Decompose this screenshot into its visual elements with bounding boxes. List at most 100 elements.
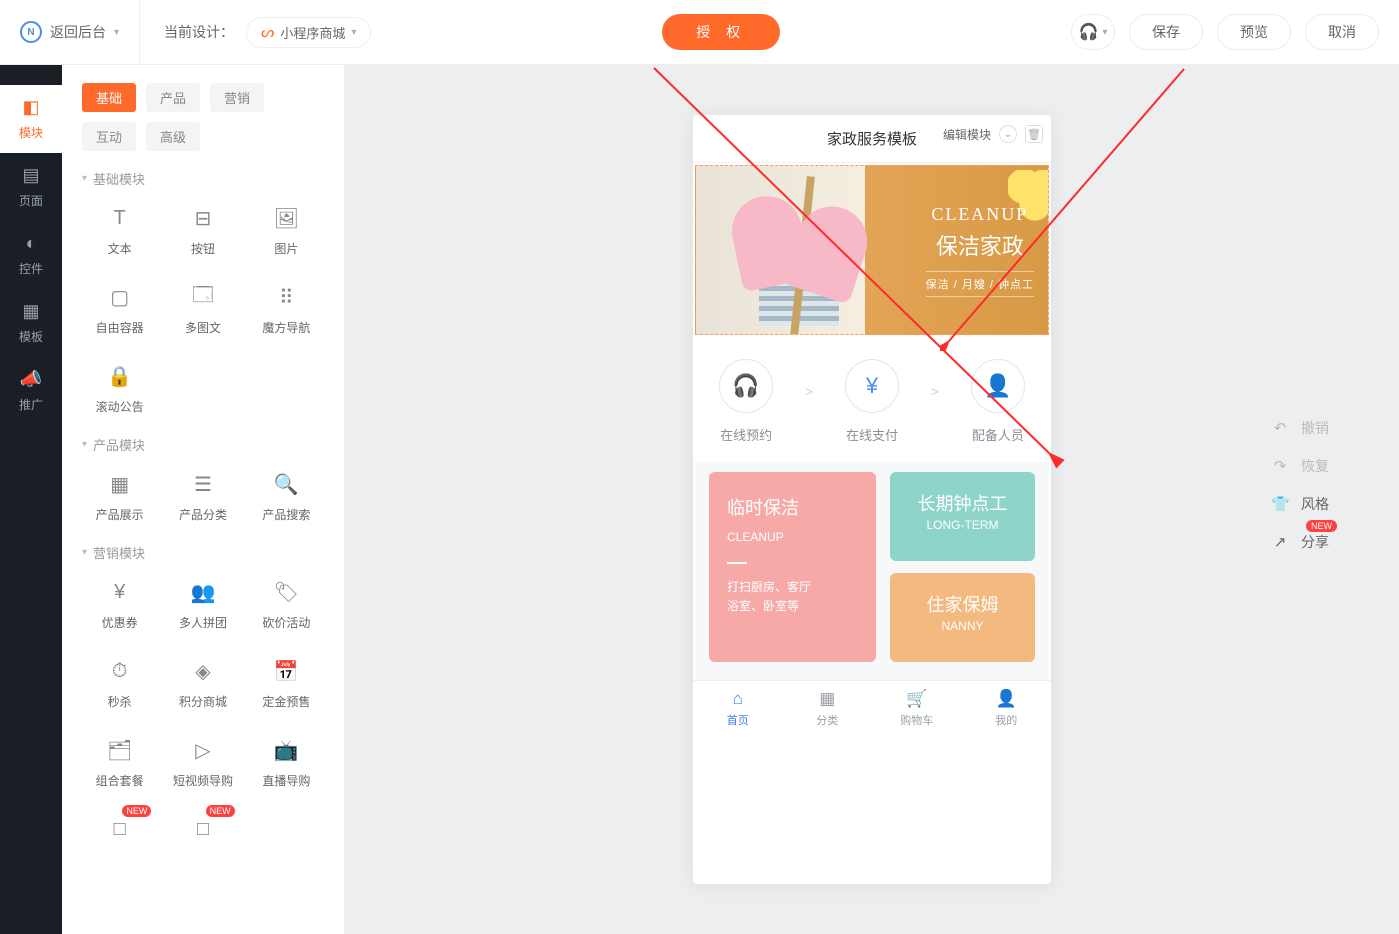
tool-分享[interactable]: ↗分享NEW [1271,532,1329,552]
tool-风格[interactable]: 👕风格 [1271,494,1329,514]
main: ◧模块▤页面 ◐ 控件 ▦模板📣推广 基础产品营销互动高级 基础模块 T文本 ⊟ 按钮 🖼图片… [0,65,1399,934]
tool-撤销[interactable]: ↶撤销 [1271,418,1329,438]
module-label: 组合套餐 [96,772,144,789]
rail-label: 模块 [19,124,43,141]
module-按钮[interactable]: ⊟ 按钮 [165,200,240,261]
module-组合套餐[interactable]: 🗂组合套餐 [82,732,157,793]
preview-button[interactable]: 预览 [1217,14,1291,50]
rail-label: 控件 [19,260,43,277]
module-icon: ⠿ [272,283,300,311]
card-nanny[interactable]: 住家保姆 NANNY [890,573,1035,662]
group-header[interactable]: 基础模块 [82,169,324,188]
module-文本[interactable]: T文本 [82,200,157,261]
tool-label: 分享 [1301,532,1329,552]
rail-item-控件[interactable]: ◐ 控件 [0,221,62,289]
design-selector[interactable]: ᔕ 小程序商城 ▾ [246,17,371,48]
delete-icon[interactable]: 🗑 [1025,125,1043,143]
tool-icon: ↗ [1271,533,1289,551]
group-header[interactable]: 营销模块 [82,543,324,562]
step-配备人员[interactable]: 👤配备人员 [971,359,1025,444]
tabbar-我的[interactable]: 👤我的 [962,681,1052,736]
module-panel: 基础产品营销互动高级 基础模块 T文本 ⊟ 按钮 🖼图片 ▢ 自由容器 🗔 多图文 ⠿魔方导航 🔒滚… [62,65,345,934]
tabbar-icon: ▦ [819,689,835,709]
module-定金预售[interactable]: 📅定金预售 [249,653,324,714]
authorize-button[interactable]: 授 权 [662,14,780,50]
module-item[interactable]: □NEW [82,811,157,855]
card-cleanup-title: 临时保洁 [727,494,858,520]
module-砍价活动[interactable]: 🏷砍价活动 [249,574,324,635]
module-优惠券[interactable]: ¥优惠券 [82,574,157,635]
cancel-button[interactable]: 取消 [1305,14,1379,50]
rail-icon: ◐ [26,233,37,254]
rail-item-模块[interactable]: ◧模块 [0,85,62,153]
back-to-admin[interactable]: N 返回后台 ▾ [20,0,140,64]
module-label: 多图文 [185,319,221,336]
card-cleanup[interactable]: 临时保洁 CLEANUP 打扫厨房、客厅浴室、卧室等 [709,472,876,662]
banner-text: CLEANUP 保洁家政 保洁 / 月嫂 / 钟点工 [926,204,1034,297]
service-cards[interactable]: 临时保洁 CLEANUP 打扫厨房、客厅浴室、卧室等 长期钟点工 LONG-TE… [695,462,1049,680]
module-label: 定金预售 [262,693,310,710]
rail-item-推广[interactable]: 📣推广 [0,357,62,425]
module-icon: □ [106,815,134,843]
category-tab-互动[interactable]: 互动 [82,122,136,151]
category-tabs: 基础产品营销互动高级 [82,83,324,151]
module-icon: ▢ [106,283,134,311]
module-label: 文本 [108,240,132,257]
save-button[interactable]: 保存 [1129,14,1203,50]
tabbar-分类[interactable]: ▦分类 [783,681,873,736]
current-design-label: 当前设计： [164,22,234,42]
phone-tabbar: ⌂首页▦分类🛒购物车👤我的 [693,680,1051,736]
module-产品展示[interactable]: ▦产品展示 [82,466,157,527]
module-多人拼团[interactable]: 👥多人拼团 [165,574,240,635]
module-积分商城[interactable]: ◈积分商城 [165,653,240,714]
logo-icon: N [20,21,42,43]
module-label: 图片 [274,240,298,257]
new-badge: NEW [206,805,235,817]
module-魔方导航[interactable]: ⠿魔方导航 [249,279,324,340]
rail-item-页面[interactable]: ▤页面 [0,153,62,221]
support-button[interactable]: 🎧 ▾ [1071,14,1115,50]
edit-module-label[interactable]: 编辑模块 [943,126,991,143]
module-图片[interactable]: 🖼图片 [249,200,324,261]
category-tab-基础[interactable]: 基础 [82,83,136,112]
group-header[interactable]: 产品模块 [82,435,324,454]
category-tab-产品[interactable]: 产品 [146,83,200,112]
module-label: 自由容器 [96,319,144,336]
tabbar-购物车[interactable]: 🛒购物车 [872,681,962,736]
step-在线支付[interactable]: ¥在线支付 [845,359,899,444]
module-label: 按钮 [191,240,215,257]
module-产品搜索[interactable]: 🔍产品搜索 [249,466,324,527]
new-badge: NEW [1306,520,1337,532]
card-nanny-title: 住家保姆 [904,591,1021,617]
module-多图文[interactable]: 🗔 多图文 [165,279,240,340]
module-直播导购[interactable]: 📺 直播导购 [249,732,324,793]
module-秒杀[interactable]: ⏱秒杀 [82,653,157,714]
module-滚动公告[interactable]: 🔒滚动公告 [82,358,157,419]
divider [727,562,747,564]
rail-item-模板[interactable]: ▦模板 [0,289,62,357]
module-item[interactable]: □NEW [165,811,240,855]
module-产品分类[interactable]: ☰产品分类 [165,466,240,527]
module-icon: ⊟ [189,204,217,232]
tabbar-首页[interactable]: ⌂首页 [693,681,783,736]
step-在线预约[interactable]: 🎧在线预约 [719,359,773,444]
chevron-right-icon: > [805,384,813,399]
module-label: 直播导购 [262,772,310,789]
tabbar-label: 购物车 [900,712,933,728]
chevron-down-icon: ▾ [351,27,356,38]
banner-title-en: CLEANUP [926,204,1034,225]
banner-block[interactable]: CLEANUP 保洁家政 保洁 / 月嫂 / 钟点工 [695,165,1049,335]
expand-icon[interactable]: ⌄ [999,125,1017,143]
tool-恢复[interactable]: ↷恢复 [1271,456,1329,476]
module-icon: 🗔 [189,283,217,311]
module-短视频导购[interactable]: ▷短视频导购 [165,732,240,793]
category-tab-营销[interactable]: 营销 [210,83,264,112]
category-tab-高级[interactable]: 高级 [146,122,200,151]
module-icon: 📺 [272,736,300,764]
card-longterm[interactable]: 长期钟点工 LONG-TERM [890,472,1035,561]
module-自由容器[interactable]: ▢ 自由容器 [82,279,157,340]
tabbar-icon: ⌂ [733,689,743,709]
steps-block[interactable]: 🎧在线预约>¥在线支付>👤配备人员 [693,337,1051,462]
step-label: 在线预约 [720,425,772,444]
module-label: 多人拼团 [179,614,227,631]
